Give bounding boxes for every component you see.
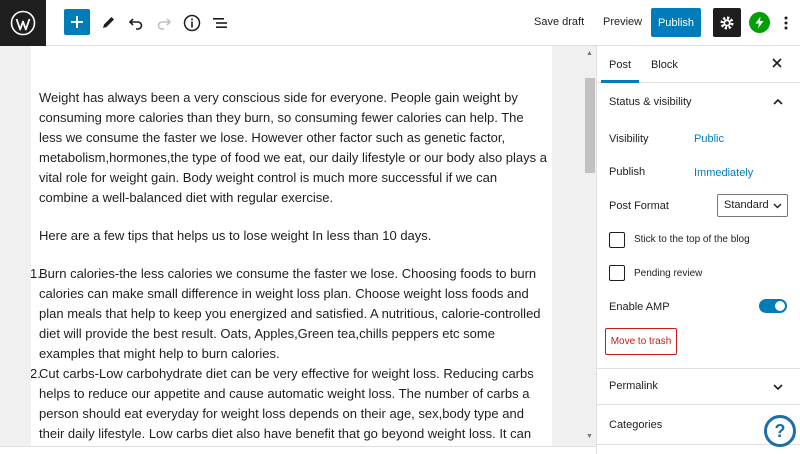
visibility-label: Visibility — [609, 133, 649, 145]
list-item[interactable]: 1. Burn calories-the less calories we co… — [31, 264, 549, 364]
post-format-label: Post Format — [609, 200, 669, 212]
scroll-down-icon[interactable]: ▼ — [586, 433, 593, 440]
question-mark-icon: ? — [774, 420, 786, 441]
chevron-down-icon[interactable] — [772, 381, 784, 393]
block-breadcrumb-bar — [0, 446, 596, 454]
close-sidebar-button[interactable] — [772, 56, 782, 71]
pending-review-checkbox[interactable] — [609, 265, 625, 281]
redo-icon — [157, 18, 172, 30]
move-to-trash-button[interactable]: Move to trash — [605, 328, 677, 355]
help-button[interactable]: ? — [764, 415, 796, 447]
post-format-select[interactable]: Standard — [717, 194, 788, 217]
pencil-icon — [103, 17, 114, 28]
list-item-number: 1. — [31, 266, 41, 281]
permalink-panel-title[interactable]: Permalink — [609, 380, 658, 392]
toggle-knob — [775, 301, 785, 311]
undo-icon — [128, 18, 143, 30]
wordpress-logo-icon[interactable] — [0, 0, 46, 46]
post-content[interactable]: Weight has always been a very conscious … — [31, 88, 549, 446]
more-options-button[interactable] — [776, 12, 796, 34]
list-item-text: Cut carbs-Low carbohydrate diet can be v… — [39, 366, 534, 441]
enable-amp-label: Enable AMP — [609, 301, 670, 313]
jetpack-bolt-icon — [755, 16, 764, 29]
tab-post[interactable]: Post — [609, 59, 631, 71]
plus-icon — [71, 16, 83, 28]
scroll-up-icon[interactable]: ▲ — [586, 50, 593, 57]
publish-date-link[interactable]: Immediately — [694, 167, 753, 179]
editor-canvas[interactable]: Weight has always been a very conscious … — [31, 46, 552, 446]
enable-amp-toggle[interactable] — [759, 299, 787, 313]
tab-block[interactable]: Block — [651, 59, 678, 71]
paragraph-block[interactable]: Here are a few tips that helps us to los… — [39, 226, 549, 246]
scrollbar-thumb[interactable] — [585, 78, 595, 173]
list-block[interactable]: 1. Burn calories-the less calories we co… — [31, 264, 549, 446]
tools-button[interactable] — [94, 9, 122, 37]
gear-icon — [720, 16, 734, 29]
visibility-link[interactable]: Public — [694, 133, 724, 145]
list-item-text: Burn calories-the less calories we consu… — [39, 266, 541, 361]
divider — [597, 404, 800, 405]
preview-button[interactable]: Preview — [603, 16, 642, 28]
stick-to-top-checkbox[interactable] — [609, 232, 625, 248]
list-item[interactable]: 2. Cut carbs-Low carbohydrate diet can b… — [31, 364, 549, 446]
list-view-icon — [213, 18, 227, 28]
status-visibility-panel-title[interactable]: Status & visibility — [609, 96, 692, 108]
undo-button[interactable] — [122, 9, 150, 37]
publish-button[interactable]: Publish — [651, 8, 701, 37]
pending-review-label: Pending review — [634, 268, 703, 279]
active-tab-indicator — [601, 80, 639, 83]
jetpack-button[interactable] — [749, 12, 770, 33]
editor-toolbar: Save draft Preview Publish — [0, 0, 800, 46]
list-item-number: 2. — [31, 366, 41, 381]
paragraph-block[interactable]: Weight has always been a very conscious … — [39, 88, 549, 208]
info-icon — [183, 14, 201, 32]
publish-label: Publish — [609, 166, 646, 178]
divider — [597, 368, 800, 369]
list-view-button[interactable] — [206, 9, 234, 37]
editor-area: Weight has always been a very conscious … — [0, 46, 596, 454]
close-icon — [772, 58, 782, 68]
vertical-ellipsis-icon — [784, 16, 788, 30]
divider — [597, 444, 800, 445]
chevron-up-icon[interactable] — [772, 96, 784, 108]
post-format-value: Standard — [724, 199, 769, 211]
chevron-down-icon — [773, 203, 782, 209]
settings-button[interactable] — [713, 8, 741, 37]
settings-sidebar: Post Block Status & visibility Visibilit… — [596, 46, 800, 454]
add-block-button[interactable] — [64, 9, 90, 35]
sidebar-tabs: Post Block — [597, 46, 800, 83]
categories-panel-title[interactable]: Categories — [609, 419, 662, 431]
stick-to-top-label: Stick to the top of the blog — [634, 234, 750, 245]
details-button[interactable] — [178, 9, 206, 37]
save-draft-button[interactable]: Save draft — [534, 16, 584, 28]
redo-button[interactable] — [150, 9, 178, 37]
